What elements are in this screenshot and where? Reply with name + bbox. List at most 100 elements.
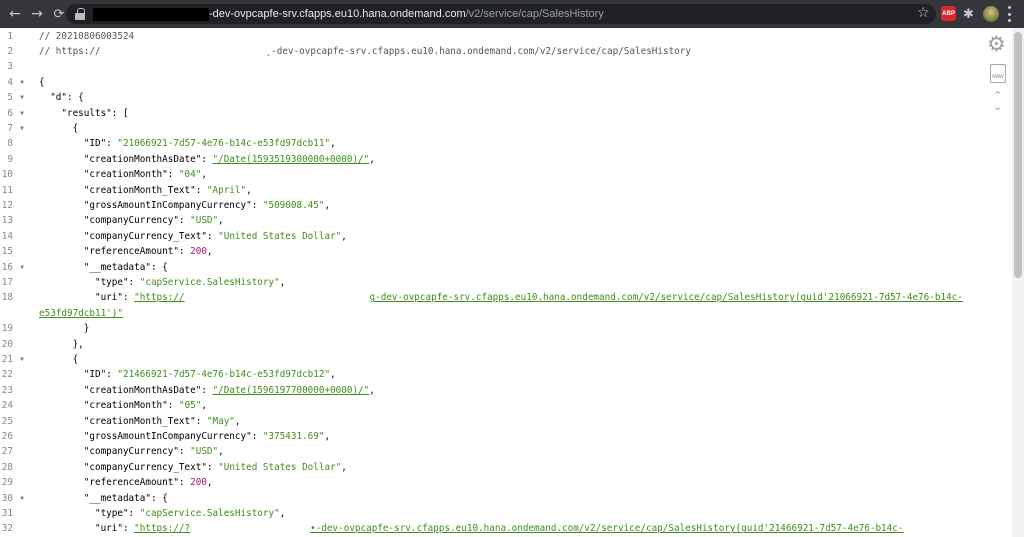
avatar-icon[interactable] (983, 6, 999, 22)
json-token: "21466921-7d57-4e76-b14c-e53fd97dcb12" (117, 369, 331, 381)
code-text: "referenceAmount": 200, (39, 244, 213, 259)
json-token: // https:// (39, 46, 101, 57)
json-token: "d": { (39, 92, 84, 104)
code-line: 11 "creationMonth_Text": "April", (0, 183, 1012, 198)
json-token: "referenceAmount": (39, 246, 191, 258)
json-link[interactable]: •-dev-ovpcapfe-srv.cfapps.eu10.hana.onde… (310, 523, 903, 534)
json-token: "ID": (39, 369, 118, 381)
code-text: "referenceAmount": 200, (39, 475, 213, 490)
url-path: /v2/service/cap/SalesHistory (465, 8, 604, 20)
line-number: 27 (1, 446, 13, 458)
line-number: 6 (7, 107, 13, 119)
json-token: "grossAmountInCompanyCurrency": (39, 431, 263, 442)
json-token: "United States Dollar" (218, 461, 342, 473)
fold-toggle-icon[interactable]: ▼ (17, 121, 27, 136)
line-number: 1 (7, 30, 13, 42)
line-number: 24 (1, 400, 13, 412)
code-line: e53fd97dcb11')" (0, 306, 1012, 321)
code-text: "uri": "https://? •-dev-ovpcapfe-srv.cfap… (39, 521, 903, 536)
json-link[interactable]: "https:// (134, 292, 184, 303)
code-line: 21 ▼ { (0, 352, 1012, 367)
json-token: ¸-dev-ovpcapfe-srv.cfapps.eu10.hana.onde… (265, 46, 691, 57)
gear-icon[interactable]: ⚙ (987, 34, 1006, 55)
fold-toggle-icon[interactable]: ▼ (17, 260, 27, 275)
code-line: 23 "creationMonthAsDate": "/Date(1596197… (0, 383, 1012, 398)
browser-toolbar: ← → ⟳ -dev-ovpcapfe-srv.cfapps.eu10.hana… (0, 0, 1024, 28)
fold-toggle-icon[interactable]: ▼ (17, 90, 27, 105)
code-text: "grossAmountInCompanyCurrency": "375431.… (39, 429, 330, 444)
back-arrow-icon[interactable]: ← (4, 0, 26, 28)
json-token: "509008.45" (262, 200, 325, 211)
redacted-host (93, 7, 209, 21)
line-number: 12 (1, 200, 13, 211)
code-text: }, (39, 337, 84, 352)
code-text: "results": [ (39, 106, 128, 121)
code-line: 20 }, (0, 337, 1012, 352)
code-text: "uri": "https:// g-dev-ovpcapfe-srv.cfapp… (39, 290, 963, 305)
json-token: , (369, 384, 375, 396)
json-token: , (218, 215, 224, 227)
scroll-thumb[interactable] (1014, 32, 1022, 278)
code-text: "ID": "21066921-7d57-4e76-b14c-e53fd97dc… (39, 136, 336, 151)
code-line: 24 "creationMonth": "05", (0, 398, 1012, 413)
json-token: "04" (178, 169, 202, 181)
line-number: 17 (1, 277, 13, 288)
json-token: , (369, 153, 375, 165)
code-line: 1 // 20210806003524 (0, 29, 1012, 44)
json-token: "creationMonth": (39, 400, 179, 412)
line-number: 32 (1, 523, 13, 535)
code-line: 32 "uri": "https://? •-dev-ovpcapfe-srv.c… (0, 521, 1012, 536)
fold-toggle-icon[interactable]: ▼ (17, 352, 27, 367)
scrollbar[interactable] (1012, 28, 1024, 537)
code-text: "type": "capService.SalesHistory", (39, 506, 285, 521)
line-number: 11 (1, 184, 13, 196)
fold-toggle-icon[interactable]: ▼ (17, 491, 27, 506)
code-text: "companyCurrency_Text": "United States D… (39, 229, 347, 244)
code-line: 28 "companyCurrency_Text": "United State… (0, 460, 1012, 475)
json-link[interactable]: g-dev-ovpcapfe-srv.cfapps.eu10.hana.onde… (370, 292, 963, 303)
code-line: 17 "type": "capService.SalesHistory", (0, 275, 1012, 290)
json-token: "referenceAmount": (39, 477, 191, 489)
code-line: 13 "companyCurrency": "USD", (0, 213, 1012, 228)
code-text: "creationMonthAsDate": "/Date(1593519300… (39, 152, 375, 167)
json-token: }, (39, 338, 84, 350)
star-icon[interactable]: ☆ (917, 5, 930, 21)
json-token: , (279, 508, 286, 519)
url-host: -dev-ovpcapfe-srv.cfapps.eu10.hana.ondem… (209, 8, 466, 20)
line-number: 3 (7, 61, 13, 73)
line-number: 21 (1, 354, 13, 365)
json-token: { (39, 123, 79, 134)
json-token: , (324, 431, 331, 442)
code-text: "companyCurrency_Text": "United States D… (39, 460, 347, 475)
line-number: 8 (7, 138, 13, 150)
line-number: 28 (1, 461, 13, 473)
line-number: 30 (1, 492, 13, 504)
json-link[interactable]: "/Date(1593519300000+0000)/" (213, 154, 370, 165)
line-number: 2 (7, 46, 13, 57)
code-text: } (39, 321, 90, 336)
json-link[interactable]: "https://? (134, 523, 190, 534)
code-text: "creationMonth": "05", (39, 398, 207, 413)
chevron-down-icon[interactable]: ⌄ (993, 101, 1002, 112)
raw-view-icon[interactable]: RAW (990, 64, 1006, 83)
lock-icon[interactable] (75, 8, 85, 20)
json-link[interactable]: e53fd97dcb11')" (39, 308, 123, 319)
code-line: 3 (0, 59, 1012, 74)
json-link[interactable]: "/Date(1596197700000+0000)/" (213, 385, 370, 396)
json-token: "creationMonth_Text": (39, 415, 207, 427)
menu-dots-icon[interactable] (1007, 6, 1011, 22)
code-line: 18 "uri": "https:// g-dev-ovpcapfe-srv.cf… (0, 290, 1012, 305)
puzzle-icon[interactable]: ✱ (963, 6, 974, 22)
address-bar[interactable]: -dev-ovpcapfe-srv.cfapps.eu10.hana.ondem… (66, 4, 936, 24)
code-line: 31 "type": "capService.SalesHistory", (0, 506, 1012, 521)
code-line: 14 "companyCurrency_Text": "United State… (0, 229, 1012, 244)
code-text: { (39, 121, 79, 136)
forward-arrow-icon[interactable]: → (26, 0, 48, 28)
code-line: 8 "ID": "21066921-7d57-4e76-b14c-e53fd97… (0, 136, 1012, 151)
line-number: 13 (1, 215, 13, 227)
fold-toggle-icon[interactable]: ▼ (17, 75, 27, 90)
code-text: // 20210806003524 (39, 29, 134, 44)
code-text: "__metadata": { (39, 491, 168, 506)
adblock-icon[interactable]: ABP (941, 6, 956, 21)
fold-toggle-icon[interactable]: ▼ (17, 106, 27, 121)
